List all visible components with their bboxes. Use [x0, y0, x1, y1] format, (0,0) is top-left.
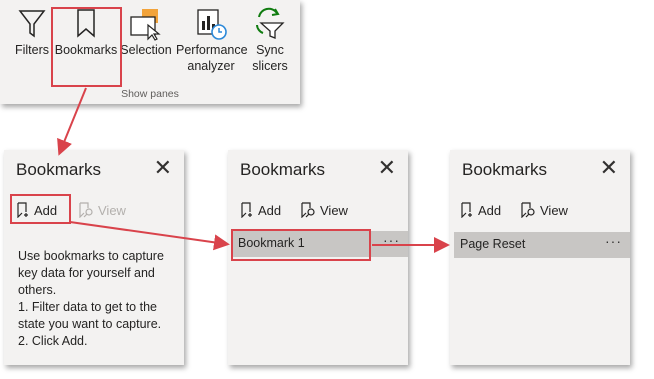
bookmarks-pane-renamed: Bookmarks ✕ Add View Page Reset ··· [450, 150, 630, 365]
performance-analyzer-icon [191, 6, 231, 42]
bookmark-add-icon [241, 202, 252, 218]
add-label: Add [478, 202, 502, 218]
view-label: View [320, 202, 348, 218]
pane-title: Bookmarks [240, 160, 326, 179]
description-line: state you want to capture. [18, 317, 162, 331]
more-options-icon[interactable]: ··· [605, 233, 622, 249]
view-icon [301, 202, 315, 218]
view-button[interactable]: View [78, 202, 126, 218]
view-icon [79, 202, 93, 218]
description-line: Use bookmarks to capture [18, 249, 164, 263]
view-button[interactable]: View [520, 202, 568, 218]
description-line: 2. Click Add. [18, 334, 88, 348]
filter-icon [12, 6, 52, 42]
close-icon[interactable]: ✕ [378, 156, 396, 180]
pane-title: Bookmarks [462, 160, 548, 179]
bookmark-name: Page Reset [460, 237, 526, 251]
close-icon[interactable]: ✕ [600, 156, 618, 180]
sync-slicers-button[interactable]: Sync slicers [246, 6, 294, 74]
bookmark-item[interactable]: Page Reset ··· [454, 232, 630, 258]
add-button-highlight [10, 194, 71, 224]
performance-analyzer-label: Performance analyzer [176, 43, 248, 73]
filters-label: Filters [14, 43, 50, 57]
bookmark-add-icon [461, 202, 472, 218]
add-bookmark-button[interactable]: Add [240, 202, 281, 218]
more-options-icon[interactable]: ··· [383, 232, 400, 248]
description-line: key data for yourself and [18, 266, 155, 280]
performance-analyzer-button[interactable]: Performance analyzer [176, 6, 248, 74]
close-icon[interactable]: ✕ [154, 156, 172, 180]
view-button[interactable]: View [300, 202, 348, 218]
ribbon-group-label: Show panes [121, 88, 179, 100]
bookmarks-button-highlight [51, 7, 122, 87]
view-label: View [98, 202, 126, 218]
selection-button[interactable]: Selection [120, 6, 172, 58]
add-label: Add [258, 202, 282, 218]
sync-slicers-icon [250, 6, 290, 42]
view-icon [521, 202, 535, 218]
filters-button[interactable]: Filters [12, 6, 52, 58]
sync-slicers-label: Sync slicers [252, 43, 288, 73]
pane-title: Bookmarks [16, 160, 102, 179]
bookmark-item-highlight [231, 229, 371, 261]
view-label: View [540, 202, 568, 218]
description-line: 1. Filter data to get to the [18, 300, 157, 314]
selection-icon [126, 6, 166, 42]
add-bookmark-button[interactable]: Add [460, 202, 501, 218]
description-line: others. [18, 283, 57, 297]
ribbon-show-panes: Filters Bookmarks Selection Performance … [0, 0, 300, 104]
bookmarks-pane-empty: Bookmarks ✕ Add View Use bookmarks to ca… [4, 150, 184, 365]
selection-label: Selection [120, 43, 172, 57]
pane-description: Use bookmarks to capture key data for yo… [18, 248, 178, 350]
